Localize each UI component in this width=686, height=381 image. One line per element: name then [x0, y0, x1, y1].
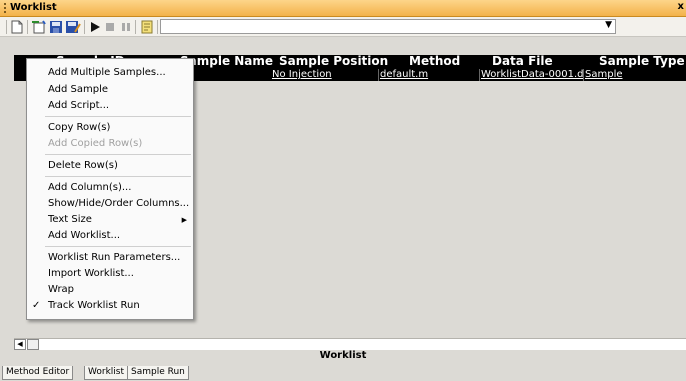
- cell-divider: [378, 69, 379, 81]
- worklist-title-bar: Worklist x: [0, 0, 686, 17]
- submenu-arrow-icon: ▶: [181, 216, 187, 224]
- menu-item-add-worklist[interactable]: Add Worklist...: [48, 230, 120, 241]
- menu-item-add-copied-rows: Add Copied Row(s): [48, 138, 143, 149]
- stop-icon[interactable]: [104, 20, 116, 34]
- toolbar-grip: [6, 20, 7, 34]
- menu-item-import-worklist[interactable]: Import Worklist...: [48, 268, 134, 279]
- worklist-combo[interactable]: ▼: [160, 19, 616, 34]
- cell-divider: [583, 69, 584, 81]
- method-icon[interactable]: [140, 20, 154, 34]
- close-icon[interactable]: x: [678, 1, 684, 12]
- menu-item-wrap[interactable]: Wrap: [48, 284, 74, 295]
- toolbar: ▼: [0, 17, 686, 37]
- column-header-sample-type[interactable]: Sample Type: [599, 54, 685, 68]
- menu-item-add-multiple-samples[interactable]: Add Multiple Samples...: [48, 67, 166, 78]
- menu-item-track-worklist-run[interactable]: Track Worklist Run: [48, 300, 140, 311]
- chevron-down-icon[interactable]: ▼: [605, 20, 612, 30]
- menu-item-delete-rows[interactable]: Delete Row(s): [48, 160, 118, 171]
- menu-item-copy-rows[interactable]: Copy Row(s): [48, 122, 110, 133]
- panel-caption: Worklist: [0, 350, 686, 364]
- cell-method[interactable]: default.m: [380, 69, 428, 80]
- column-header-sample-position[interactable]: Sample Position: [279, 54, 388, 68]
- menu-separator: [45, 246, 191, 247]
- cell-sample-position[interactable]: No Injection: [272, 69, 332, 80]
- new-file-icon[interactable]: [10, 20, 24, 34]
- scroll-thumb[interactable]: [27, 339, 39, 350]
- cell-divider: [479, 69, 480, 81]
- menu-item-worklist-run-parameters[interactable]: Worklist Run Parameters...: [48, 252, 180, 263]
- toolbar-separator: [27, 20, 28, 34]
- tab-sample-run[interactable]: Sample Run: [127, 366, 189, 380]
- toolbar-separator: [157, 20, 158, 34]
- menu-separator: [45, 116, 191, 117]
- menu-item-add-columns[interactable]: Add Column(s)...: [48, 182, 131, 193]
- menu-item-text-size[interactable]: Text Size: [48, 214, 92, 225]
- menu-item-show-hide-order-columns[interactable]: Show/Hide/Order Columns...: [48, 198, 189, 209]
- toolbar-separator: [84, 20, 85, 34]
- checkmark-icon: ✓: [32, 300, 41, 311]
- menu-separator: [45, 154, 191, 155]
- pause-icon[interactable]: [120, 20, 132, 34]
- cell-data-file[interactable]: WorklistData-0001.d: [481, 69, 583, 80]
- toolbar-separator: [135, 20, 136, 34]
- menu-separator: [45, 176, 191, 177]
- scroll-left-icon[interactable]: ◀: [14, 339, 26, 350]
- save-as-icon[interactable]: [65, 20, 81, 34]
- tab-worklist[interactable]: Worklist: [84, 366, 129, 380]
- tab-method-editor[interactable]: Method Editor: [2, 366, 74, 380]
- menu-item-add-script[interactable]: Add Script...: [48, 100, 109, 111]
- column-header-data-file[interactable]: Data File: [492, 54, 553, 68]
- window-title: Worklist: [10, 2, 57, 13]
- horizontal-scrollbar[interactable]: ◀: [14, 338, 686, 350]
- column-header-method[interactable]: Method: [409, 54, 460, 68]
- context-menu: Add Multiple Samples... Add Sample Add S…: [26, 58, 194, 320]
- row-header-strip: [0, 55, 14, 340]
- import-icon[interactable]: [31, 20, 47, 34]
- grip-icon[interactable]: [4, 3, 6, 13]
- cell-sample-type[interactable]: Sample: [585, 69, 623, 80]
- run-icon[interactable]: [89, 20, 101, 34]
- menu-item-add-sample[interactable]: Add Sample: [48, 84, 108, 95]
- save-icon[interactable]: [49, 20, 63, 34]
